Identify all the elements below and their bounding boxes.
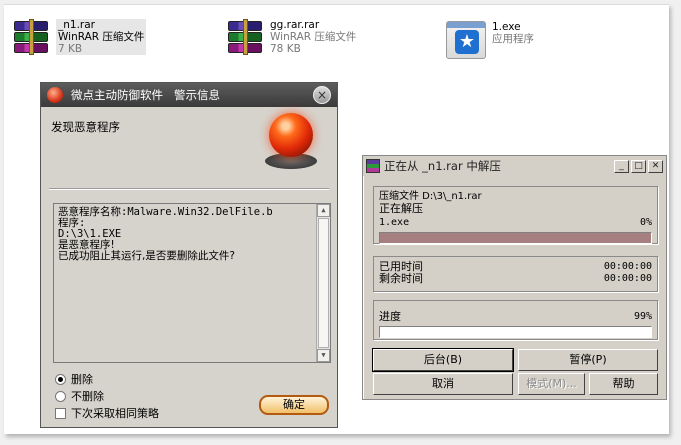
- file-size: 7 KB: [58, 43, 83, 55]
- extract-info-group: 压缩文件 D:\3\_n1.rar 正在解压 1.exe 0%: [373, 186, 658, 244]
- elapsed-value: 00:00:00: [603, 261, 652, 272]
- message-line: 已成功阻止其运行,是否要删除此文件?: [58, 250, 235, 262]
- remaining-value: 00:00:00: [603, 273, 652, 284]
- alert-heading: 发现恶意程序: [51, 120, 120, 134]
- option-label: 删除: [71, 373, 93, 386]
- file-size: 78 KB: [270, 43, 301, 55]
- application-icon: ★: [446, 21, 486, 59]
- option-same-policy[interactable]: 下次采取相同策略: [55, 405, 159, 421]
- ok-button[interactable]: 确定: [259, 395, 329, 415]
- progress-percent: 99%: [633, 311, 652, 322]
- divider: [49, 188, 329, 190]
- checkbox[interactable]: [55, 407, 66, 419]
- winrar-icon: [366, 159, 380, 173]
- remaining-label: 剩余时间: [379, 272, 423, 285]
- file-name: _n1.rar: [58, 19, 95, 31]
- file-type: 应用程序: [492, 33, 534, 45]
- file-type: WinRAR 压缩文件: [270, 31, 357, 43]
- background-button[interactable]: 后台(B): [372, 348, 514, 372]
- file-name: 1.exe: [492, 21, 521, 33]
- pause-button[interactable]: 暂停(P): [518, 349, 658, 371]
- scroll-up-icon[interactable]: ▲: [317, 204, 330, 217]
- total-progress-bar: [379, 326, 652, 338]
- scroll-down-icon[interactable]: ▼: [317, 349, 330, 362]
- close-icon[interactable]: ✕: [648, 159, 663, 173]
- message-line: 恶意程序名称:Malware.Win32.DelFile.b: [58, 206, 273, 218]
- option-label: 不删除: [71, 390, 104, 403]
- minimize-icon[interactable]: _: [614, 159, 629, 173]
- option-label: 下次采取相同策略: [71, 407, 159, 420]
- cancel-button[interactable]: 取消: [373, 373, 513, 395]
- option-no-delete[interactable]: 不删除: [55, 388, 104, 404]
- vertical-scrollbar[interactable]: ▲ ▼: [316, 204, 330, 362]
- current-file: 1.exe: [379, 217, 410, 228]
- time-group: 已用时间 00:00:00 剩余时间 00:00:00: [373, 256, 658, 292]
- rar-archive-icon: [226, 19, 264, 57]
- winrar-extract-dialog: 正在从 _n1.rar 中解压 _ □ ✕ 压缩文件 D:\3\_n1.rar …: [362, 155, 667, 400]
- malware-alert-dialog: 微点主动防御软件 警示信息 × 发现恶意程序 恶意程序名称:Malware.Wi…: [40, 82, 338, 428]
- file-progress-bar: [379, 232, 652, 244]
- status-text: 正在解压: [379, 202, 423, 215]
- help-button[interactable]: 帮助: [589, 373, 658, 395]
- dialog-title: 微点主动防御软件 警示信息: [71, 88, 220, 102]
- file-item-gg-rar[interactable]: gg.rar.rar WinRAR 压缩文件 78 KB: [226, 19, 356, 57]
- file-name: gg.rar.rar: [270, 19, 320, 31]
- file-percent: 0%: [639, 217, 652, 228]
- file-item-n1-rar[interactable]: _n1.rar WinRAR 压缩文件 7 KB: [12, 19, 147, 57]
- antivirus-logo-icon: [47, 87, 63, 103]
- radio-button[interactable]: [55, 373, 66, 385]
- mode-button[interactable]: 模式(M)...: [518, 373, 585, 395]
- progress-label: 进度: [379, 310, 401, 323]
- scroll-thumb[interactable]: [318, 218, 329, 348]
- alarm-light-icon: [263, 113, 319, 175]
- maximize-icon[interactable]: □: [631, 159, 646, 173]
- close-icon[interactable]: ×: [313, 86, 331, 104]
- progress-group: 进度 99%: [373, 300, 658, 340]
- file-item-1-exe[interactable]: ★ 1.exe 应用程序: [446, 21, 534, 59]
- option-delete[interactable]: 删除: [55, 371, 93, 387]
- dialog-titlebar: 正在从 _n1.rar 中解压 _ □ ✕: [363, 156, 666, 176]
- radio-button[interactable]: [55, 390, 66, 402]
- dialog-title: 正在从 _n1.rar 中解压: [384, 159, 501, 173]
- alert-message-box[interactable]: 恶意程序名称:Malware.Win32.DelFile.b 程序: D:\3\…: [53, 203, 331, 363]
- dialog-titlebar: 微点主动防御软件 警示信息 ×: [41, 83, 337, 107]
- file-type: WinRAR 压缩文件: [58, 31, 145, 43]
- rar-archive-icon: [12, 19, 50, 57]
